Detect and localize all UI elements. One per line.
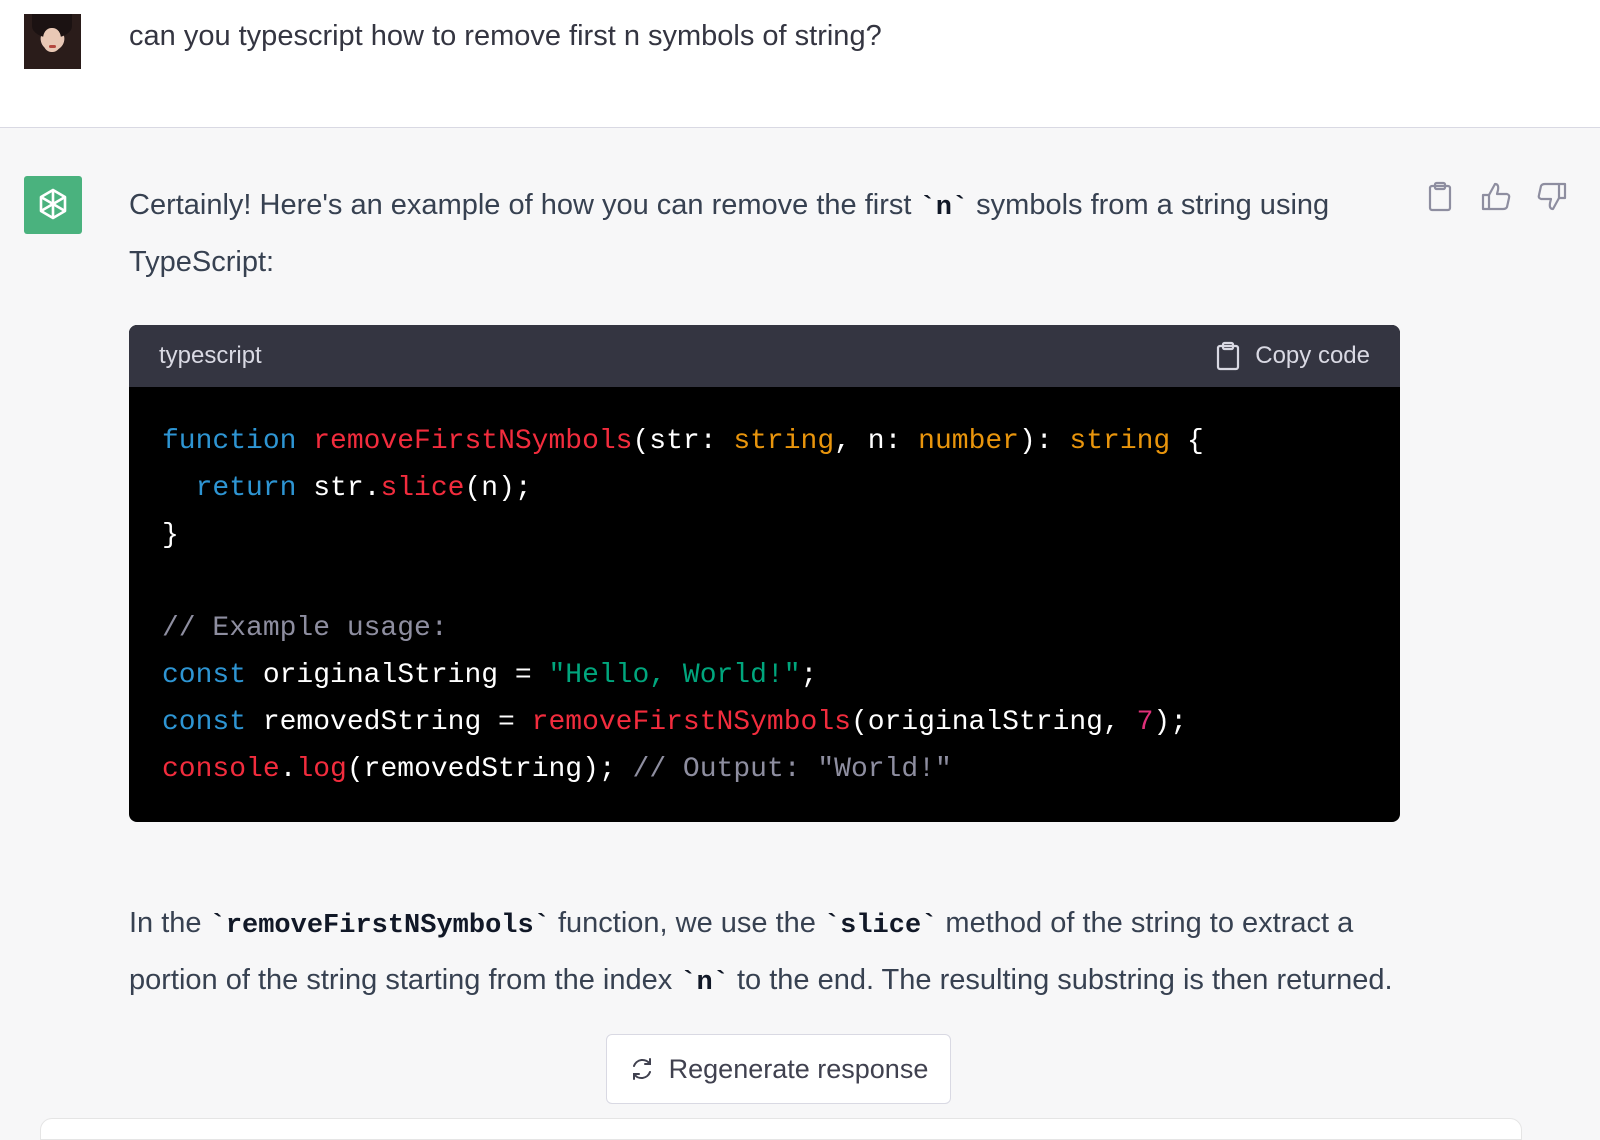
code-block-header: typescript Copy code — [129, 325, 1400, 387]
code-token: } — [162, 519, 179, 551]
code-token: str. — [296, 472, 381, 504]
clipboard-icon[interactable] — [1424, 180, 1456, 214]
code-token: (originalString, — [850, 706, 1137, 738]
code-line: console.log(removedString); // Output: "… — [162, 747, 1367, 794]
refresh-icon — [632, 1058, 651, 1080]
top-divider — [0, 0, 1600, 15]
user-message-row: can you typescript how to remove first n… — [0, 14, 1600, 128]
explanation-text-4: to the end. The resulting substring is t… — [728, 964, 1393, 996]
user-avatar — [24, 14, 81, 69]
code-line: const removedString = removeFirstNSymbol… — [162, 700, 1367, 747]
code-token: removeFirstNSymbols — [531, 706, 851, 738]
code-content: function removeFirstNSymbols(str: string… — [129, 387, 1400, 822]
code-token: console — [162, 753, 280, 785]
code-token: removedString = — [246, 706, 532, 738]
code-token: ): — [1019, 426, 1070, 457]
message-input-area[interactable] — [40, 1118, 1522, 1140]
code-token: string — [1069, 426, 1171, 457]
code-token: . — [279, 753, 297, 785]
code-token: originalString = — [246, 659, 549, 691]
code-token: , n: — [834, 426, 919, 457]
inline-code-n: `n` — [680, 968, 729, 998]
code-line: } — [162, 513, 1367, 560]
code-line: const originalString = "Hello, World!"; — [162, 653, 1367, 700]
code-line: // Example usage: — [162, 606, 1367, 653]
code-token: ; — [800, 659, 818, 691]
user-message-text: can you typescript how to remove first n… — [129, 20, 882, 52]
code-line: function removeFirstNSymbols(str: string… — [162, 419, 1367, 466]
code-token: ); — [1153, 706, 1188, 738]
code-token: string — [733, 426, 835, 457]
clipboard-icon — [1217, 341, 1240, 371]
message-actions — [1424, 180, 1568, 214]
inline-code-slice: `slice` — [823, 911, 938, 941]
code-token: { — [1170, 426, 1204, 457]
code-token: // Example usage: — [162, 613, 448, 645]
thumbs-down-icon[interactable] — [1536, 180, 1568, 214]
code-line: return str.slice(n); — [162, 466, 1367, 513]
code-token: 7 — [1136, 706, 1154, 738]
assistant-avatar — [24, 176, 82, 234]
code-token: const — [162, 706, 247, 738]
regenerate-response-button[interactable]: Regenerate response — [606, 1034, 951, 1104]
code-token: (n); — [464, 472, 532, 504]
code-block: typescript Copy code function removeFirs… — [129, 325, 1400, 822]
intro-text-before: Certainly! Here's an example of how you … — [129, 189, 920, 221]
copy-code-button[interactable]: Copy code — [1215, 341, 1370, 371]
inline-code-function: `removeFirstNSymbols` — [209, 911, 550, 941]
copy-code-label: Copy code — [1255, 342, 1370, 369]
code-token: removeFirstNSymbols — [313, 426, 633, 457]
inline-code-n: `n` — [919, 193, 969, 223]
explanation-text-1: In the — [129, 907, 210, 939]
assistant-explanation: In the `removeFirstNSymbols` function, w… — [129, 896, 1399, 1010]
code-token: return — [195, 472, 297, 504]
code-token: "Hello, World!" — [548, 659, 801, 691]
code-token: slice — [380, 472, 465, 504]
code-token: log — [296, 753, 347, 785]
code-token: const — [162, 659, 247, 691]
code-token: function — [162, 426, 297, 457]
code-token: (str: — [632, 426, 734, 457]
code-language-label: typescript — [159, 342, 262, 369]
explanation-text-2: function, we use the — [549, 907, 824, 939]
thumbs-up-icon[interactable] — [1480, 180, 1512, 214]
regenerate-label: Regenerate response — [668, 1053, 929, 1084]
code-token: (removedString); — [346, 753, 633, 785]
assistant-intro: Certainly! Here's an example of how you … — [129, 178, 1399, 289]
openai-logo-icon — [39, 188, 67, 220]
code-token: // Output: "World!" — [632, 753, 952, 785]
code-token: number — [918, 426, 1019, 457]
